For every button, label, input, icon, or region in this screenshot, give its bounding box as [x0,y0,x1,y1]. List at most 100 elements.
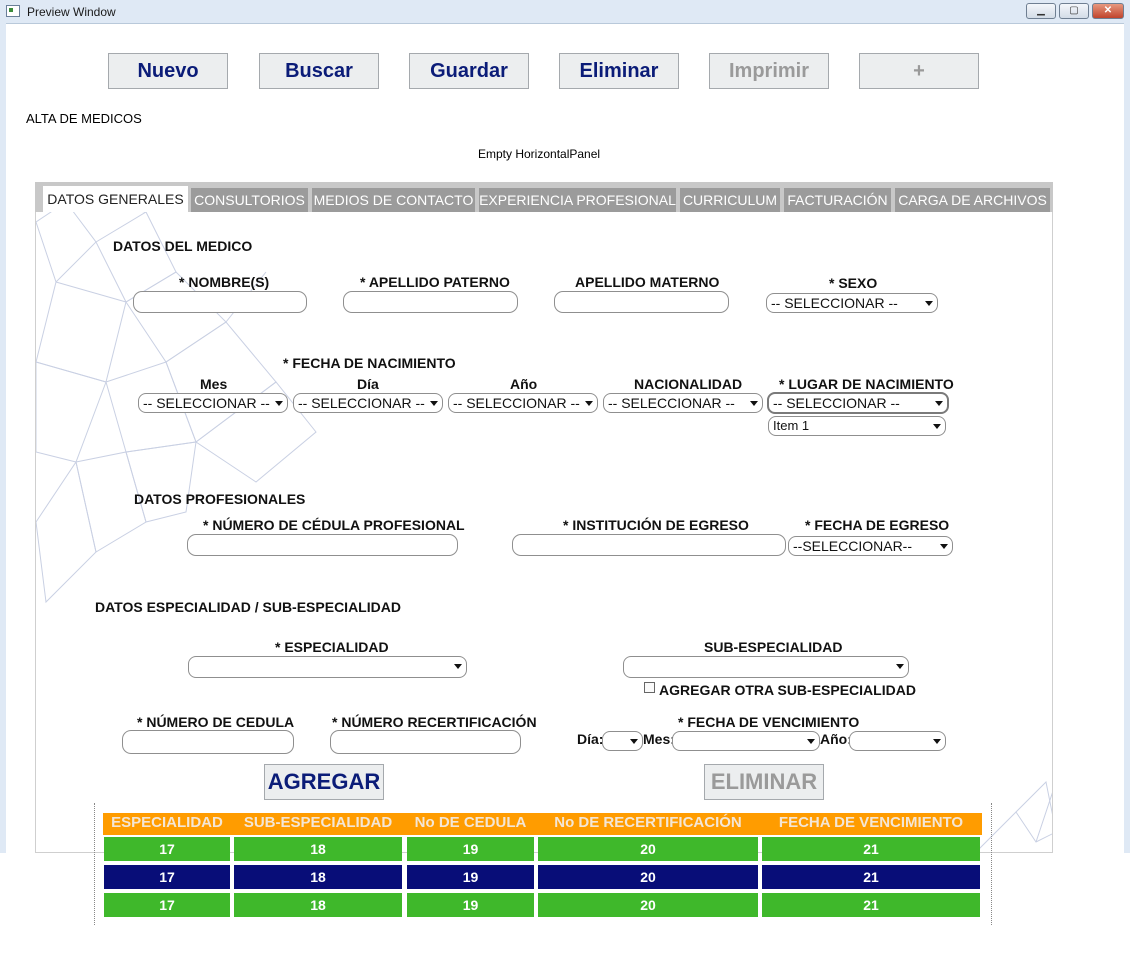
apellido-materno-input[interactable] [554,291,729,313]
apellido-paterno-input[interactable] [343,291,518,313]
header-fecha-vencimiento: FECHA DE VENCIMIENTO [762,813,980,833]
page-title: ALTA DE MEDICOS [26,111,142,126]
table-cell: 18 [234,837,402,861]
chevron-down-icon [750,401,758,406]
fecha-egreso-label: * FECHA DE EGRESO [805,517,950,533]
nacionalidad-select[interactable]: -- SELECCIONAR -- [603,393,763,413]
venc-mes-label: Mes: [643,731,675,747]
window-frame-right [1124,23,1130,853]
cedula-profesional-input[interactable] [187,534,458,556]
numero-cedula-label: * NÚMERO DE CEDULA [137,714,295,730]
apellido-materno-label: APELLIDO MATERNO [575,274,720,290]
agregar-button[interactable]: AGREGAR [264,764,384,800]
table-row: 17 18 19 20 21 [103,893,982,917]
table-row: 17 18 19 20 21 [103,837,982,861]
item1-select-value: Item 1 [773,418,810,433]
sexo-select[interactable]: -- SELECCIONAR -- [766,293,938,313]
imprimir-button[interactable]: Imprimir [709,53,829,89]
agregar-otra-checkbox[interactable] [644,682,655,693]
sexo-select-value: -- SELECCIONAR -- [771,295,898,311]
tab-curriculum[interactable]: CURRICULUM [680,188,780,212]
sexo-label: * SEXO [829,275,878,291]
especialidad-select[interactable] [188,656,467,678]
venc-anio-label: Año: [820,731,852,747]
header-sub-especialidad: SUB-ESPECIALIDAD [234,813,402,833]
table-cell: 17 [104,893,230,917]
apellido-paterno-label: * APELLIDO PATERNO [360,274,510,290]
sub-especialidad-label: SUB-ESPECIALIDAD [704,639,843,655]
table-cell: 18 [234,865,402,889]
chevron-down-icon [925,301,933,306]
app-icon [6,5,20,17]
numero-recertificacion-label: * NÚMERO RECERTIFICACIÓN [332,714,537,730]
nuevo-button[interactable]: Nuevo [108,53,228,89]
window-title: Preview Window [27,5,116,19]
window-frame-left [0,23,6,853]
section-especialidad: DATOS ESPECIALIDAD / SUB-ESPECIALIDAD [95,599,401,615]
table-cell: 20 [538,837,758,861]
table-cell: 19 [407,837,534,861]
lugar-nacimiento-label: * LUGAR DE NACIMIENTO [779,376,954,392]
chevron-down-icon [430,401,438,406]
table-cell: 19 [407,865,534,889]
table-row: 17 18 19 20 21 [103,865,982,889]
venc-mes-select[interactable] [672,731,820,751]
institucion-egreso-label: * INSTITUCIÓN DE EGRESO [563,517,749,533]
nombre-input[interactable] [133,291,307,313]
mes-label: Mes [200,376,228,392]
tab-facturacion[interactable]: FACTURACIÓN [784,188,891,212]
venc-dia-label: Día: [577,731,604,747]
empty-panel-label: Empty HorizontalPanel [478,147,601,161]
section-datos-profesionales: DATOS PROFESIONALES [134,491,306,507]
buscar-button[interactable]: Buscar [259,53,379,89]
anio-select-value: -- SELECCIONAR -- [453,395,580,411]
close-icon[interactable]: ✕ [1092,3,1124,19]
numero-cedula-input[interactable] [122,730,294,754]
minimize-icon[interactable]: ▁ [1026,3,1056,19]
chevron-down-icon [933,424,941,429]
tab-carga-de-archivos[interactable]: CARGA DE ARCHIVOS [895,188,1050,212]
chevron-down-icon [807,739,815,744]
tab-medios-de-contacto[interactable]: MEDIOS DE CONTACTO [312,188,475,212]
header-no-recertificacion: No DE RECERTIFICACIÓN [538,813,758,833]
lugar-nacimiento-select-value: -- SELECCIONAR -- [773,395,900,411]
header-no-cedula: No DE CEDULA [407,813,534,833]
numero-recertificacion-input[interactable] [330,730,521,754]
tab-datos-generales[interactable]: DATOS GENERALES [43,186,188,212]
dia-select-value: -- SELECCIONAR -- [298,395,425,411]
plus-button[interactable]: + [859,53,979,89]
venc-anio-select[interactable] [849,731,946,751]
chevron-down-icon [585,401,593,406]
institucion-egreso-input[interactable] [512,534,786,556]
maximize-icon[interactable]: ▢ [1059,3,1089,19]
especialidad-label: * ESPECIALIDAD [275,639,389,655]
table-cell: 19 [407,893,534,917]
table-cell: 18 [234,893,402,917]
guardar-button[interactable]: Guardar [409,53,529,89]
sub-especialidad-select[interactable] [623,656,909,678]
table-cell: 17 [104,865,230,889]
nacionalidad-label: NACIONALIDAD [634,376,743,392]
fecha-nacimiento-label: * FECHA DE NACIMIENTO [283,355,456,371]
dia-label: Día [357,376,379,392]
header-especialidad: ESPECIALIDAD [103,813,231,833]
table-cell: 17 [104,837,230,861]
venc-dia-select[interactable] [602,731,643,751]
chevron-down-icon [940,544,948,549]
table-cell: 20 [538,893,758,917]
chevron-down-icon [933,739,941,744]
tab-consultorios[interactable]: CONSULTORIOS [191,188,308,212]
fecha-egreso-select-value: --SELECCIONAR-- [793,538,913,554]
anio-select[interactable]: -- SELECCIONAR -- [448,393,598,413]
mes-select[interactable]: -- SELECCIONAR -- [138,393,288,413]
mes-select-value: -- SELECCIONAR -- [143,395,270,411]
title-bar: Preview Window ▁ ▢ ✕ [0,0,1130,24]
fecha-egreso-select[interactable]: --SELECCIONAR-- [788,536,953,556]
tab-experiencia-profesional[interactable]: EXPERIENCIA PROFESIONAL [479,188,676,212]
lugar-nacimiento-select[interactable]: -- SELECCIONAR -- [767,392,949,414]
table-cell: 20 [538,865,758,889]
item1-select[interactable]: Item 1 [768,416,946,436]
eliminar-button[interactable]: Eliminar [559,53,679,89]
dia-select[interactable]: -- SELECCIONAR -- [293,393,443,413]
eliminar-especialidad-button[interactable]: ELIMINAR [704,764,824,800]
